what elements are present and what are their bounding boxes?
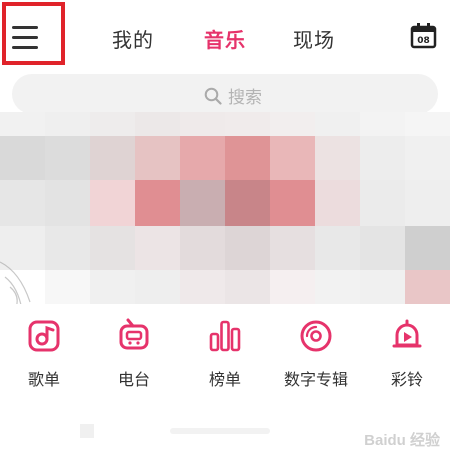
search-icon	[204, 87, 222, 105]
bottom-faded-content: Baidu 经验	[0, 410, 450, 466]
chart-bars-icon	[209, 320, 241, 352]
tab-mine[interactable]: 我的	[112, 24, 154, 53]
category-label: 歌单	[27, 370, 60, 389]
banner-carousel[interactable]	[0, 112, 450, 312]
category-label: 数字专辑	[283, 370, 348, 389]
radio-icon	[119, 318, 149, 350]
category-playlist[interactable]: 歌单	[4, 318, 84, 390]
tab-live[interactable]: 现场	[293, 24, 335, 53]
category-ringtone[interactable]: 彩铃	[367, 318, 447, 390]
banner-image	[0, 112, 450, 312]
tab-music[interactable]: 音乐	[204, 24, 246, 53]
category-shortcuts: 歌单 电台 榜单 数字专辑 彩铃	[0, 318, 450, 408]
ringtone-bell-icon	[392, 319, 422, 348]
category-digital-album[interactable]: 数字专辑	[276, 318, 356, 390]
category-label: 电台	[117, 370, 150, 389]
category-label: 榜单	[208, 370, 241, 389]
vinyl-album-icon	[300, 320, 332, 352]
category-radio[interactable]: 电台	[94, 318, 174, 390]
watermark: Baidu 经验	[364, 432, 440, 449]
search-input[interactable]: 搜索	[12, 74, 438, 114]
calendar-icon[interactable]: 08	[410, 22, 437, 49]
top-nav-bar: 我的 音乐 现场 08	[0, 0, 450, 72]
category-charts[interactable]: 榜单	[185, 318, 265, 390]
playlist-icon	[28, 320, 60, 352]
calendar-day: 08	[417, 36, 430, 46]
category-label: 彩铃	[390, 370, 423, 389]
hamburger-menu-icon[interactable]	[12, 26, 38, 49]
search-placeholder: 搜索	[228, 88, 262, 108]
